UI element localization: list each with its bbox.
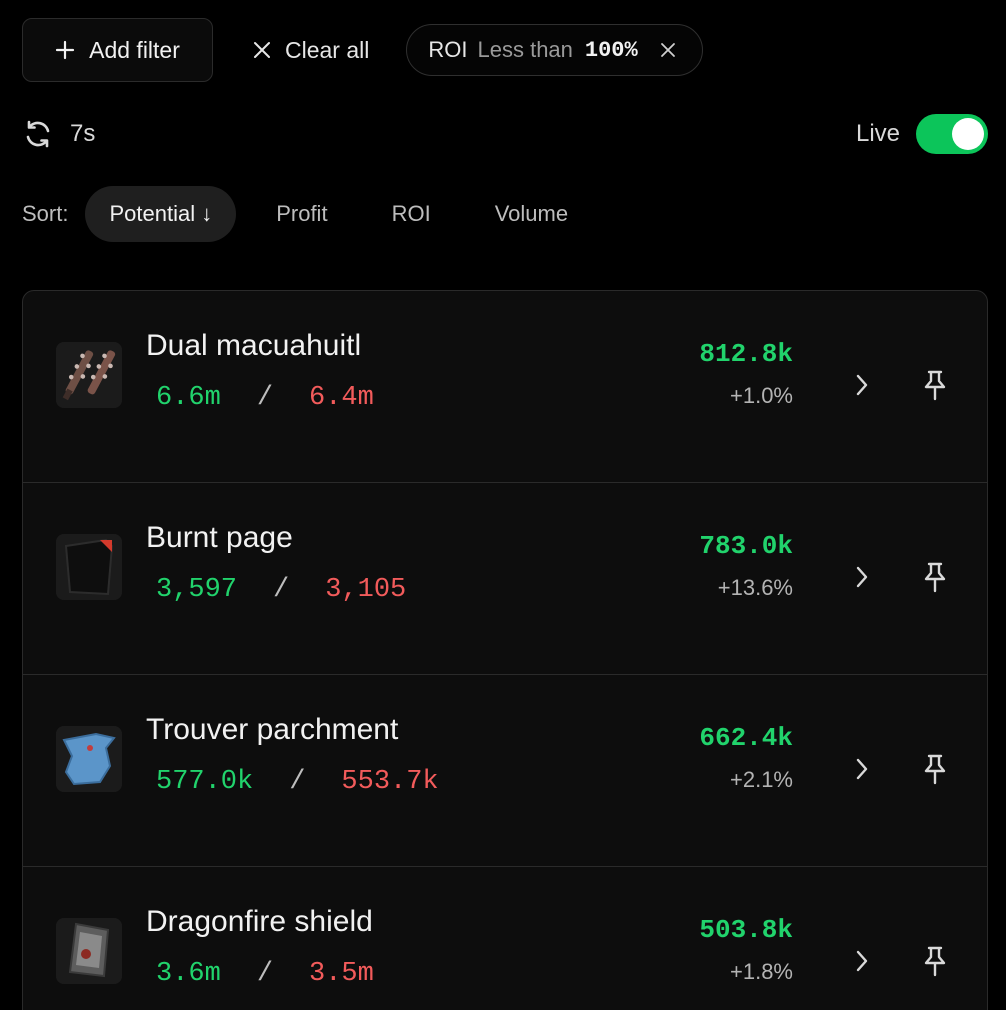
item-name: Dual macuahuitl bbox=[146, 329, 362, 362]
burnt-page-icon bbox=[56, 534, 122, 600]
chevron-right-icon[interactable] bbox=[855, 757, 869, 786]
pin-icon[interactable] bbox=[921, 369, 949, 406]
potential-profit: 812.8k bbox=[699, 339, 793, 369]
macuahuitl-icon bbox=[56, 342, 122, 408]
sell-price: 553.7k bbox=[341, 767, 439, 797]
refresh-icon bbox=[22, 118, 54, 150]
parchment-icon bbox=[56, 726, 122, 792]
buy-price: 3.6m bbox=[156, 959, 221, 989]
toggle-knob bbox=[952, 118, 984, 150]
buy-price: 6.6m bbox=[156, 383, 221, 413]
item-name: Trouver parchment bbox=[146, 713, 399, 746]
filter-chip-value: 100% bbox=[584, 37, 638, 63]
remove-filter-icon[interactable] bbox=[660, 42, 676, 58]
buy-price: 577.0k bbox=[156, 767, 254, 797]
price-separator: / bbox=[273, 575, 290, 605]
price-separator: / bbox=[256, 383, 274, 413]
clear-all-label: Clear all bbox=[285, 36, 370, 63]
list-item[interactable]: Dual macuahuitl 6.6m / 6.4m 812.8k +1.0% bbox=[23, 291, 987, 483]
price-separator: / bbox=[256, 959, 274, 989]
roi-change: +1.0% bbox=[730, 383, 793, 408]
item-name: Dragonfire shield bbox=[146, 905, 373, 938]
chevron-right-icon[interactable] bbox=[855, 565, 869, 594]
chevron-right-icon[interactable] bbox=[855, 373, 869, 402]
plus-icon bbox=[55, 40, 75, 60]
potential-profit: 503.8k bbox=[699, 915, 793, 945]
sell-price: 3,105 bbox=[325, 575, 407, 605]
list-item[interactable]: Trouver parchment 577.0k / 553.7k 662.4k… bbox=[23, 675, 987, 867]
item-prices: 3.6m / 3.5m bbox=[156, 959, 374, 989]
roi-change: +2.1% bbox=[730, 767, 793, 792]
potential-profit: 662.4k bbox=[699, 723, 793, 753]
live-label: Live bbox=[855, 120, 900, 147]
roi-change: +13.6% bbox=[717, 575, 793, 600]
price-separator: / bbox=[289, 767, 306, 797]
item-prices: 3,597 / 3,105 bbox=[156, 575, 406, 605]
filter-bar: Add filter Clear all ROI Less than 100% bbox=[22, 18, 703, 82]
sort-bar: Sort: Potential ↓ Profit ROI Volume bbox=[22, 186, 592, 242]
chevron-right-icon[interactable] bbox=[855, 949, 869, 978]
item-prices: 577.0k / 553.7k bbox=[156, 767, 439, 797]
sell-price: 6.4m bbox=[309, 383, 374, 413]
add-filter-label: Add filter bbox=[89, 36, 180, 63]
list-item[interactable]: Burnt page 3,597 / 3,105 783.0k +13.6% bbox=[23, 483, 987, 675]
item-list: Dual macuahuitl 6.6m / 6.4m 812.8k +1.0%… bbox=[22, 290, 988, 1010]
roi-change: +1.8% bbox=[730, 959, 793, 984]
item-prices: 6.6m / 6.4m bbox=[156, 383, 374, 413]
sort-option-volume[interactable]: Volume bbox=[471, 186, 592, 242]
buy-price: 3,597 bbox=[156, 575, 238, 605]
sort-option-potential[interactable]: Potential ↓ bbox=[85, 186, 237, 242]
filter-chip-operator: Less than bbox=[477, 37, 573, 62]
sort-option-profit[interactable]: Profit bbox=[252, 186, 351, 242]
live-toggle[interactable] bbox=[916, 114, 988, 154]
list-item[interactable]: Dragonfire shield 3.6m / 3.5m 503.8k +1.… bbox=[23, 867, 987, 1010]
sort-label: Sort: bbox=[22, 201, 69, 226]
filter-chip-roi[interactable]: ROI Less than 100% bbox=[406, 24, 703, 76]
pin-icon[interactable] bbox=[921, 753, 949, 790]
sort-option-roi[interactable]: ROI bbox=[368, 186, 455, 242]
refresh-button[interactable]: 7s bbox=[22, 118, 95, 150]
filter-chip-field: ROI bbox=[428, 37, 468, 62]
dragonfire-shield-icon bbox=[56, 918, 122, 984]
live-control: Live bbox=[856, 114, 988, 154]
refresh-age: 7s bbox=[70, 120, 96, 147]
item-name: Burnt page bbox=[146, 521, 293, 554]
add-filter-button[interactable]: Add filter bbox=[22, 18, 213, 82]
pin-icon[interactable] bbox=[921, 561, 949, 598]
pin-icon[interactable] bbox=[921, 945, 949, 982]
close-icon bbox=[253, 41, 271, 59]
sell-price: 3.5m bbox=[309, 959, 374, 989]
potential-profit: 783.0k bbox=[699, 531, 793, 561]
clear-all-button[interactable]: Clear all bbox=[253, 37, 369, 64]
